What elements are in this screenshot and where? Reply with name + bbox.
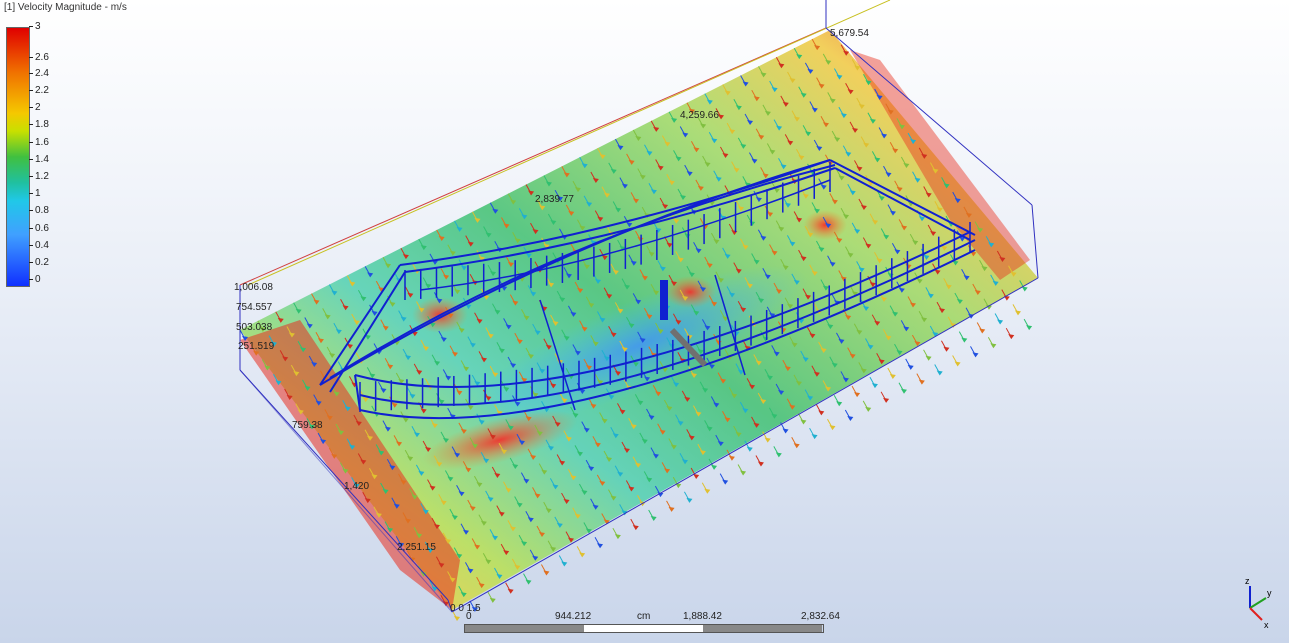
vector-arrowhead [454, 616, 460, 621]
vector-arrowhead [614, 534, 621, 540]
vector-arrowhead [847, 416, 854, 421]
vector-arrowhead [889, 373, 896, 379]
scale-bar [464, 624, 824, 633]
vector-arrowhead [650, 516, 657, 521]
vector-arrowhead [865, 406, 872, 412]
vector-arrowhead [668, 506, 675, 512]
vector-arrowhead [1014, 310, 1021, 316]
dim-label: 4,259.66 [680, 110, 719, 121]
vector-arrowhead [746, 446, 753, 452]
vector-arrowhead [800, 419, 807, 425]
vector-arrowhead [693, 473, 700, 479]
vector-arrowhead [997, 319, 1004, 325]
vector-arrowhead [836, 401, 843, 407]
dim-label: 251.519 [238, 341, 275, 352]
vector-arrowhead [829, 425, 836, 431]
vector-arrowhead [900, 388, 907, 394]
orientation-triad[interactable]: z y x [1236, 574, 1276, 634]
dim-label: 759.38 [292, 420, 323, 431]
vector-arrowhead [961, 337, 968, 343]
vector-arrowhead [811, 434, 818, 440]
vector-arrowhead [925, 355, 932, 361]
vector-arrowhead [704, 488, 711, 494]
scale-label-zero: 0 [466, 611, 472, 622]
vector-arrowhead [943, 346, 950, 352]
vector-arrowhead [793, 443, 800, 449]
vector-arrowhead [489, 597, 496, 603]
scale-label-3: 2,832.64 [801, 611, 840, 622]
vector-arrowhead [775, 452, 782, 458]
vector-arrowhead [525, 579, 532, 585]
vector-arrowhead [711, 464, 718, 470]
dim-label: 2,251.15 [397, 542, 436, 553]
dim-label: 2,839.77 [535, 194, 574, 205]
vector-arrowhead [936, 370, 943, 376]
vector-arrowhead [1008, 334, 1015, 340]
vector-arrowhead [883, 397, 890, 403]
vector-arrowhead [979, 328, 986, 334]
vector-arrowhead [686, 497, 693, 503]
x-axis [1249, 607, 1263, 621]
y-axis [1249, 597, 1267, 609]
vector-arrowhead [871, 383, 878, 389]
vector-arrowhead [632, 525, 639, 531]
vector-arrowhead [757, 461, 764, 467]
vector-arrowhead [854, 392, 861, 398]
vector-arrowhead [907, 364, 914, 370]
vector-arrowhead [1026, 325, 1033, 331]
dim-label: 754.557 [236, 302, 273, 313]
x-axis-label: x [1264, 620, 1269, 630]
vector-arrowhead [1003, 295, 1010, 301]
pump-marker [660, 280, 668, 320]
vector-arrowhead [954, 361, 961, 367]
dim-label: 1,006.08 [234, 282, 273, 293]
vector-arrowhead [764, 437, 771, 443]
vector-arrowhead [561, 561, 568, 567]
vector-arrowhead [507, 588, 514, 594]
vector-arrowhead [543, 570, 550, 576]
z-axis-label: z [1245, 576, 1250, 586]
scale-unit: cm [637, 611, 651, 622]
cfd-viewport[interactable]: 5,679.54 4,259.66 2,839.77 1,006.08 754.… [0, 0, 1289, 643]
vector-arrowhead [728, 455, 735, 461]
vector-arrowhead [782, 428, 789, 434]
vector-arrowhead [818, 410, 825, 416]
scale-label-1: 944.212 [555, 611, 592, 622]
dim-label: 1,420 [344, 481, 369, 492]
dim-label: 5,679.54 [830, 28, 869, 39]
y-axis-label: y [1267, 588, 1272, 598]
scale-label-2: 1,888.42 [683, 611, 722, 622]
vector-arrowhead [972, 352, 979, 358]
vector-arrowhead [918, 379, 925, 385]
vector-arrowhead [990, 343, 997, 349]
vector-arrowhead [579, 552, 586, 558]
vector-arrowhead [722, 479, 729, 485]
vector-arrowhead [597, 543, 604, 549]
dim-label: 503.038 [236, 322, 273, 333]
vector-arrowhead [740, 470, 747, 476]
